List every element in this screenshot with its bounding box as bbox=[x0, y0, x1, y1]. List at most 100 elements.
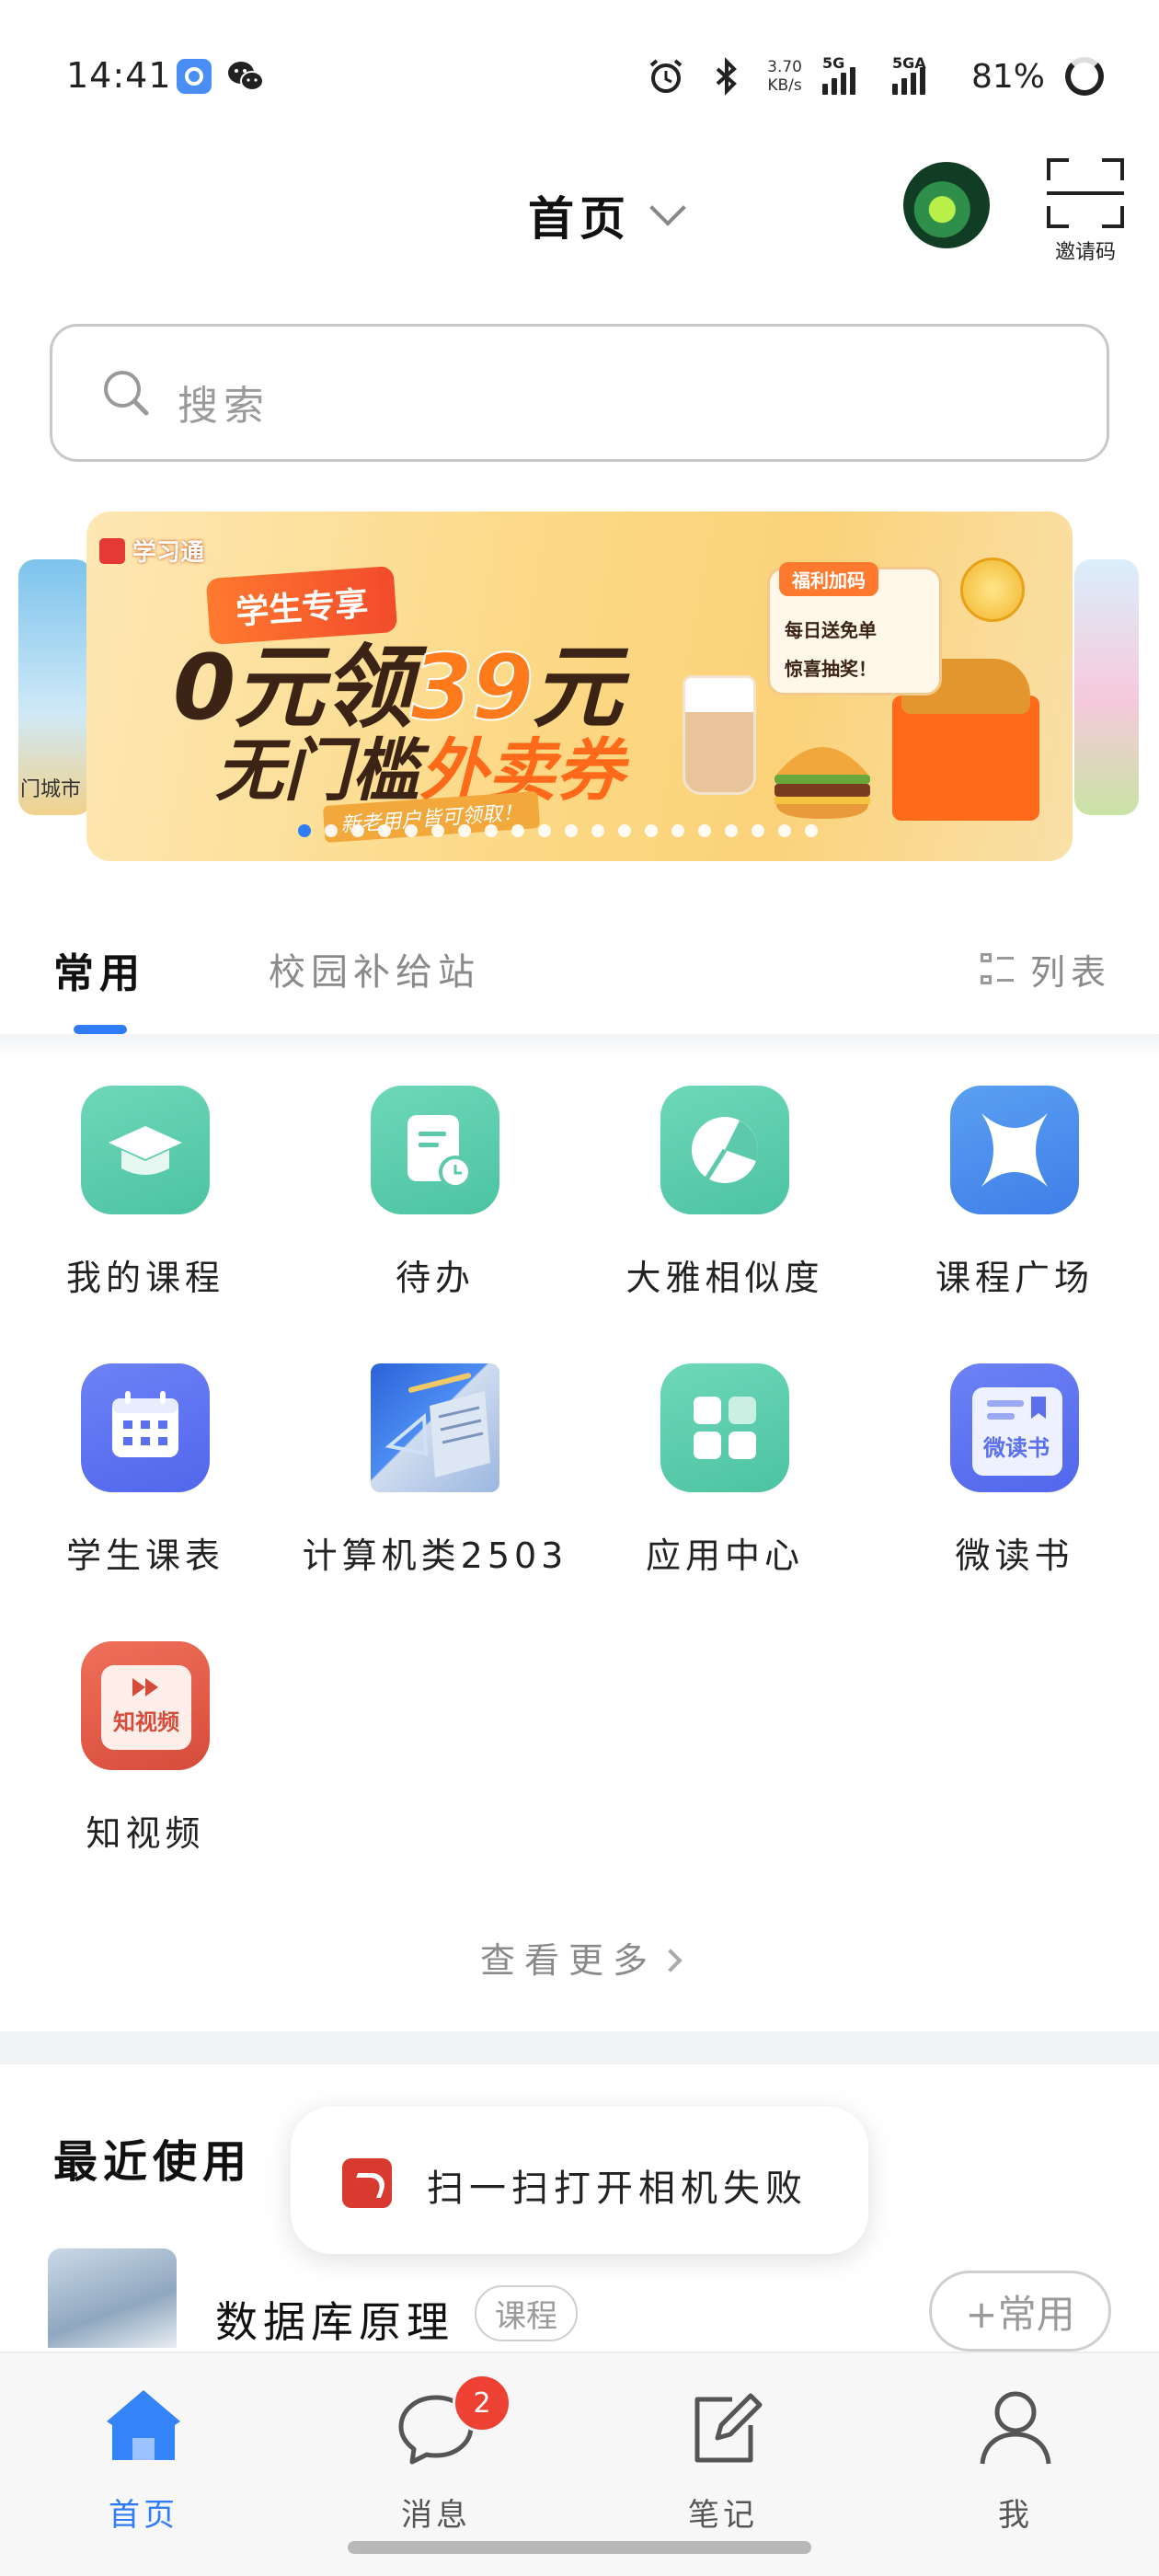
see-more-link[interactable]: 查看更多 bbox=[0, 1932, 1159, 1983]
banner-next-slide[interactable] bbox=[1074, 559, 1139, 815]
benefit-card-row1: 每日送免单 bbox=[785, 619, 877, 641]
promo-banner[interactable]: 学习通 学生专享 0元领39元 无门槛外卖券 新老用户皆可领取！ 福利加码 每日… bbox=[86, 512, 1073, 861]
signal-5g-icon: 5G bbox=[821, 54, 872, 95]
pagination-dot[interactable] bbox=[457, 824, 471, 837]
milk-tea-illustration bbox=[683, 675, 756, 795]
nav-me-label: 我 bbox=[998, 2497, 1033, 2534]
pagination-dot[interactable] bbox=[751, 824, 764, 837]
graduation-cap-icon bbox=[81, 1086, 210, 1214]
pagination-dot[interactable] bbox=[297, 824, 311, 837]
nav-home-label: 首页 bbox=[109, 2497, 178, 2534]
pagination-dot[interactable] bbox=[617, 824, 631, 837]
app-similarity[interactable]: 大雅相似度 bbox=[580, 1086, 855, 1298]
app-label: 待办 bbox=[395, 1258, 475, 1298]
course-thumbnail[interactable] bbox=[48, 2248, 177, 2348]
pagination-dot[interactable] bbox=[591, 824, 604, 837]
edit-note-icon bbox=[694, 2393, 763, 2463]
pagination-dot[interactable] bbox=[350, 824, 364, 837]
app-label: 微读书 bbox=[955, 1535, 1074, 1576]
alarm-icon bbox=[649, 59, 683, 93]
pagination-dot[interactable] bbox=[404, 824, 418, 837]
pagination-dot[interactable] bbox=[697, 824, 711, 837]
add-favorite-button[interactable]: +常用 bbox=[929, 2271, 1111, 2352]
banner-brand-text: 学习通 bbox=[132, 539, 205, 567]
pagination-dot[interactable] bbox=[804, 824, 818, 837]
coin-illustration bbox=[960, 558, 1025, 622]
course-badge: 课程 bbox=[475, 2285, 578, 2341]
app-label: 课程广场 bbox=[935, 1258, 1094, 1298]
book-icon: 微读书 bbox=[950, 1363, 1079, 1492]
search-input[interactable]: 搜索 bbox=[50, 324, 1109, 462]
home-icon bbox=[107, 2390, 180, 2460]
pagination-dot[interactable] bbox=[777, 824, 791, 837]
app-label: 我的课程 bbox=[65, 1258, 224, 1298]
tab-common[interactable]: 常用 bbox=[53, 940, 145, 999]
pagination-dot[interactable] bbox=[484, 824, 498, 837]
pagination-dot[interactable] bbox=[511, 824, 524, 837]
scan-label[interactable]: 邀请码 bbox=[1039, 236, 1131, 265]
app-class-2503[interactable]: 计算机类2503 bbox=[290, 1363, 566, 1576]
banner-pagination bbox=[0, 824, 1159, 837]
home-indicator bbox=[348, 2541, 811, 2554]
svg-text:微读书: 微读书 bbox=[982, 1435, 1050, 1461]
app-label: 计算机类2503 bbox=[302, 1535, 568, 1576]
net-speed-value: 3.70 bbox=[767, 58, 802, 76]
pagination-dot[interactable] bbox=[537, 824, 551, 837]
pagination-dot[interactable] bbox=[564, 824, 578, 837]
battery-icon bbox=[1065, 57, 1104, 96]
todo-clock-icon bbox=[371, 1086, 499, 1214]
app-weidushu[interactable]: 微读书 微读书 bbox=[869, 1363, 1145, 1576]
pagination-dot[interactable] bbox=[430, 824, 444, 837]
app-schedule[interactable]: 学生课表 bbox=[0, 1363, 276, 1576]
search-icon bbox=[104, 371, 149, 416]
battery-percent: 81% bbox=[970, 57, 1045, 96]
avatar[interactable] bbox=[903, 162, 990, 248]
banner-prev-text: 门城市 bbox=[20, 778, 82, 801]
list-view-toggle[interactable]: 列表 bbox=[981, 944, 1111, 995]
pagination-dot[interactable] bbox=[324, 824, 338, 837]
banner-brand: 学习通 bbox=[99, 534, 204, 568]
app-my-courses[interactable]: 我的课程 bbox=[0, 1086, 276, 1298]
pagination-dot[interactable] bbox=[671, 824, 684, 837]
burger-illustration bbox=[775, 747, 870, 819]
pagination-dot[interactable] bbox=[644, 824, 658, 837]
app-center[interactable]: 应用中心 bbox=[580, 1363, 855, 1576]
video-icon: 知视频 bbox=[81, 1641, 210, 1770]
nav-notes-label: 笔记 bbox=[688, 2497, 758, 2534]
benefit-card-row2: 惊喜抽奖！ bbox=[785, 658, 877, 680]
message-count-badge: 2 bbox=[453, 2374, 511, 2432]
search-placeholder: 搜索 bbox=[178, 383, 270, 430]
nav-me[interactable]: 我 bbox=[924, 2375, 1107, 2534]
scan-icon[interactable] bbox=[1047, 158, 1124, 228]
chevron-right-icon bbox=[659, 1949, 683, 1972]
person-icon bbox=[980, 2391, 1051, 2465]
recent-title: 最近使用 bbox=[53, 2136, 253, 2188]
app-course-square[interactable]: 课程广场 bbox=[869, 1086, 1145, 1298]
nav-notes[interactable]: 笔记 bbox=[631, 2375, 815, 2534]
pagination-dot[interactable] bbox=[724, 824, 738, 837]
divider bbox=[0, 1034, 1159, 1058]
list-icon bbox=[981, 952, 1014, 986]
tab-active-indicator bbox=[74, 1025, 127, 1034]
settings-app-icon bbox=[177, 59, 212, 94]
pagination-dot[interactable] bbox=[377, 824, 391, 837]
fried-chicken-illustration bbox=[892, 659, 1039, 821]
status-bar: 14:41 3.70 KB/s 5G 5GA 81% bbox=[0, 0, 1159, 156]
app-label: 学生课表 bbox=[65, 1535, 224, 1576]
class-photo-icon bbox=[371, 1363, 499, 1492]
banner-prev-slide[interactable]: 门城市 bbox=[18, 559, 92, 815]
app-zhishipin[interactable]: 知视频 知视频 bbox=[0, 1641, 276, 1854]
app-label: 知视频 bbox=[86, 1813, 205, 1854]
recent-item-name[interactable]: 数据库原理 bbox=[215, 2289, 454, 2350]
nav-home[interactable]: 首页 bbox=[52, 2375, 235, 2534]
nav-messages[interactable]: 2 消息 bbox=[344, 2374, 528, 2534]
app-label: 应用中心 bbox=[645, 1535, 804, 1576]
toast-message: 扫一扫打开相机失败 bbox=[427, 2168, 808, 2210]
net-speed: 3.70 KB/s bbox=[767, 58, 802, 95]
app-label: 大雅相似度 bbox=[625, 1258, 824, 1298]
calendar-icon bbox=[81, 1363, 210, 1492]
status-time: 14:41 bbox=[66, 55, 172, 96]
tab-campus-supply[interactable]: 校园补给站 bbox=[269, 942, 480, 995]
signal1-tag: 5G bbox=[821, 54, 845, 72]
app-todo[interactable]: 待办 bbox=[290, 1086, 566, 1298]
